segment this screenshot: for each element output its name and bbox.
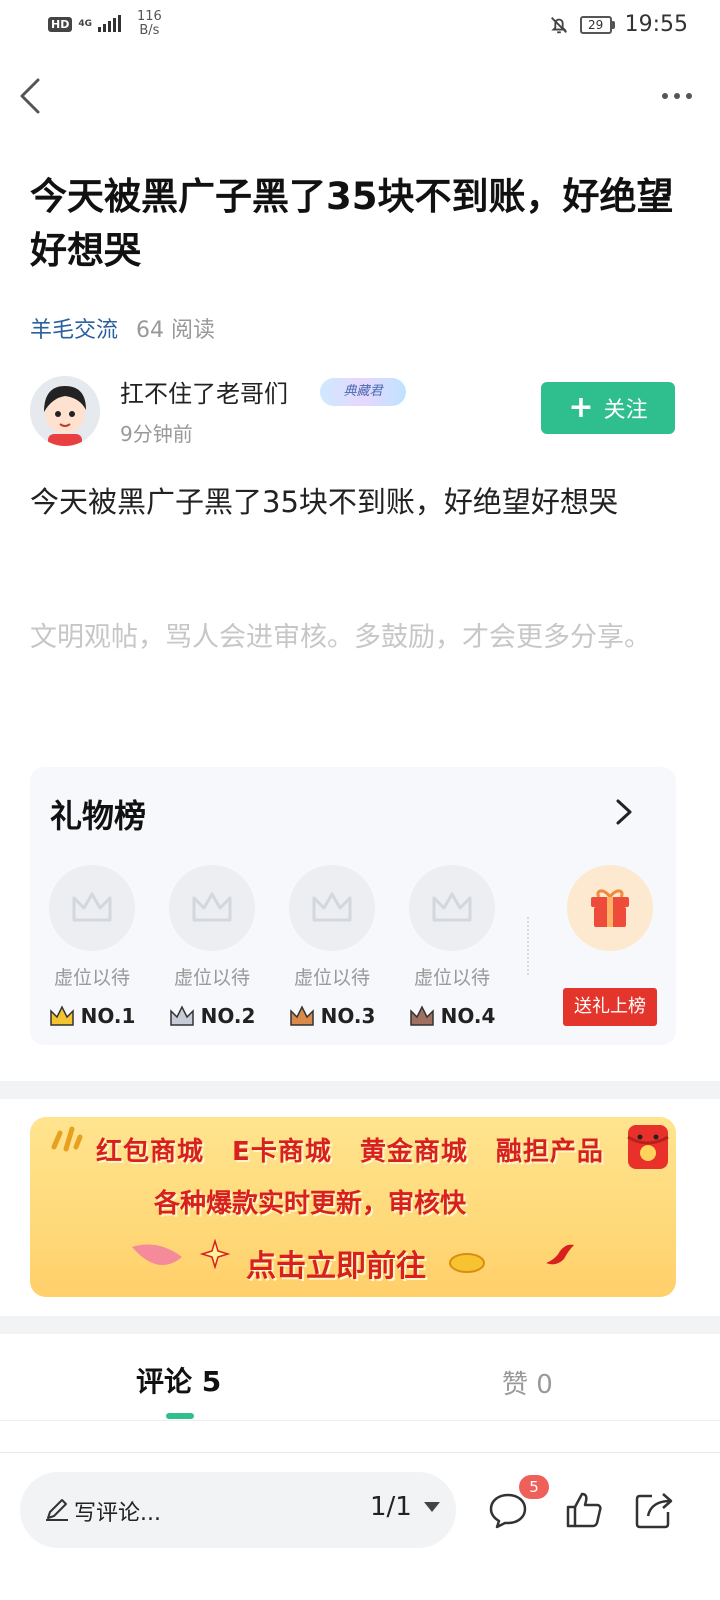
gift-board-more-button[interactable] [612, 797, 636, 827]
clock: 19:55 [624, 12, 688, 37]
empty-slot-avatar [289, 865, 375, 951]
empty-slot-avatar [169, 865, 255, 951]
gift-box-icon [591, 889, 629, 927]
comment-placeholder: 写评论... [74, 1501, 161, 1526]
tab-indicator [166, 1413, 194, 1419]
slot-rank: NO.4 [408, 1004, 496, 1028]
section-divider [0, 1316, 720, 1334]
gift-board: 礼物榜 虚位以待 NO.1 虚位以待 NO.2 虚位以待 NO.3 虚位以待 N… [30, 767, 676, 1045]
slot-rank: NO.3 [288, 1004, 376, 1028]
banner-cta: 点击立即前往 [246, 1249, 426, 1284]
thumbs-up-icon [566, 1492, 602, 1528]
status-right: 29 19:55 [548, 12, 688, 37]
slot-text: 虚位以待 [53, 967, 130, 989]
slot-text: 虚位以待 [293, 967, 370, 989]
star-icon [200, 1239, 230, 1269]
gift-slot-3[interactable]: 虚位以待 NO.3 [288, 865, 376, 1028]
gift-slot-4[interactable]: 虚位以待 NO.4 [408, 865, 496, 1028]
read-count: 64 阅读 [136, 318, 216, 343]
status-bar: HD 4G 116 B/s 29 19:55 [0, 0, 720, 48]
avatar[interactable] [30, 376, 100, 446]
comment-button[interactable] [488, 1490, 528, 1530]
crown-icon [72, 892, 112, 922]
slot-rank: NO.2 [168, 1004, 256, 1028]
network-speed-value: 116 [137, 9, 162, 24]
chevron-left-icon [20, 78, 40, 114]
tab-comments[interactable]: 评论 5 [136, 1360, 221, 1400]
crown-icon [312, 892, 352, 922]
plus-icon: + [568, 390, 594, 425]
empty-slot-avatar [49, 865, 135, 951]
share-button[interactable] [634, 1490, 674, 1530]
mascot-icon [627, 1125, 669, 1169]
crown-icon [169, 1005, 194, 1026]
post-body: 今天被黑广子黑了35块不到账，好绝望好想哭 [30, 485, 618, 519]
banner-line2: 各种爆款实时更新，审核快 [154, 1189, 467, 1219]
comment-input[interactable]: 写评论... 1/1 [20, 1472, 456, 1548]
gift-slot-2[interactable]: 虚位以待 NO.2 [168, 865, 256, 1028]
red-ribbon-icon [546, 1244, 574, 1265]
crown-icon [192, 892, 232, 922]
red-packet-decor-icon [132, 1244, 182, 1265]
page-indicator[interactable]: 1/1 [370, 1492, 412, 1522]
back-button[interactable] [14, 74, 50, 118]
empty-slot-avatar [409, 865, 495, 951]
chevron-right-icon [616, 799, 632, 825]
avatar-image [30, 376, 100, 446]
crown-icon [409, 1005, 434, 1026]
crown-icon [432, 892, 472, 922]
civil-note: 文明观帖，骂人会进审核。多鼓励，才会更多分享。 [30, 622, 651, 653]
gift-slot-1[interactable]: 虚位以待 NO.1 [48, 865, 136, 1028]
bell-off-icon [550, 16, 567, 33]
follow-button[interactable]: + 关注 [541, 382, 675, 434]
like-button[interactable] [564, 1490, 604, 1530]
slot-text: 虚位以待 [413, 967, 490, 989]
follow-label: 关注 [603, 398, 648, 423]
more-dots-icon [662, 93, 668, 99]
divider [527, 917, 529, 975]
crown-icon [289, 1005, 314, 1026]
slot-text: 虚位以待 [173, 967, 250, 989]
promo-banner[interactable]: 红包商城 E卡商城 黄金商城 融担产品 各种爆款实时更新，审核快 点击立即前往 [30, 1117, 676, 1297]
rank-label: NO.4 [440, 1004, 496, 1028]
network-type: 4G [78, 18, 92, 29]
hd-badge: HD [48, 16, 73, 32]
crown-icon [49, 1005, 74, 1026]
send-gift-button[interactable]: 送礼上榜 [563, 988, 657, 1026]
network-speed: 116 B/s [137, 10, 162, 38]
pencil-icon [46, 1499, 68, 1521]
tab-underline [0, 1420, 720, 1421]
post-time: 9分钟前 [120, 422, 193, 446]
banner-line1: 红包商城 E卡商城 黄金商城 融担产品 [96, 1137, 604, 1167]
post-meta: 羊毛交流 64 阅读 [30, 312, 215, 344]
section-divider [0, 1081, 720, 1099]
author-badge: 典藏君 [320, 378, 406, 406]
battery-level: 29 [579, 15, 612, 34]
rank-label: NO.1 [80, 1004, 136, 1028]
signal-icon [98, 15, 121, 32]
author-name[interactable]: 扛不住了老哥们 [120, 374, 288, 409]
comment-count-badge: 5 [519, 1475, 549, 1499]
sparkle-icon [51, 1126, 83, 1152]
bottom-bar-divider [0, 1452, 720, 1453]
coin-icon [449, 1253, 485, 1273]
share-icon [635, 1493, 673, 1529]
network-speed-unit: B/s [139, 23, 160, 38]
rank-label: NO.3 [320, 1004, 376, 1028]
gift-board-title: 礼物榜 [50, 797, 147, 835]
category-link[interactable]: 羊毛交流 [30, 312, 118, 344]
post-title: 今天被黑广子黑了35块不到账，好绝望好想哭 [30, 175, 674, 272]
comment-bubble-icon [489, 1493, 527, 1529]
battery-icon: 29 [579, 15, 615, 34]
caret-down-icon[interactable] [424, 1502, 440, 1512]
status-left: HD 4G 116 B/s [48, 10, 162, 38]
more-button[interactable] [652, 80, 702, 112]
slot-rank: NO.1 [48, 1004, 136, 1028]
rank-label: NO.2 [200, 1004, 256, 1028]
tab-likes[interactable]: 赞 0 [502, 1364, 553, 1401]
gift-button[interactable] [567, 865, 653, 951]
